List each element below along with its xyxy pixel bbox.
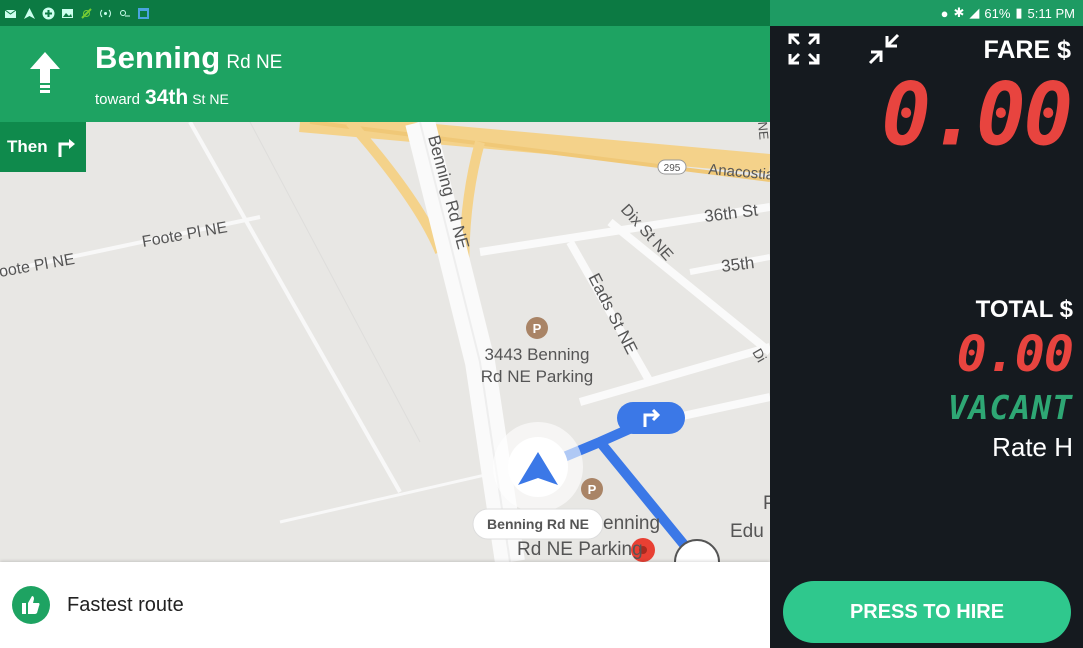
total-label: TOTAL $ — [975, 296, 1073, 323]
status-bar-right: ● ✱ ◢ 61% ▮ 5:11 PM — [770, 0, 1083, 26]
meter-status: VACANT — [947, 388, 1073, 427]
clock: 5:11 PM — [1027, 5, 1075, 21]
location-icon: ● — [940, 5, 949, 21]
then-instruction[interactable]: Then — [0, 122, 86, 172]
battery-percent: 61% — [984, 5, 1011, 21]
hire-button[interactable]: PRESS TO HIRE — [783, 581, 1071, 643]
collapse-icon[interactable] — [867, 32, 901, 66]
route-turn-marker[interactable] — [617, 402, 685, 434]
thumbs-up-icon — [12, 586, 50, 624]
toward-label: toward — [95, 91, 141, 108]
street-label: 35th — [720, 253, 755, 276]
total-display: 0.00 — [956, 325, 1074, 383]
calendar-icon — [138, 7, 149, 19]
fare-label: FARE $ — [983, 36, 1071, 64]
highway-shield: 295 — [664, 163, 681, 174]
expand-icon[interactable] — [787, 32, 821, 66]
toward-line: toward 34th St NE — [95, 86, 229, 110]
image-icon — [62, 8, 73, 18]
toward-street-name: 34th — [145, 86, 189, 109]
next-street: Benning Rd NE — [95, 40, 282, 76]
map-view[interactable]: P P 295 Foote Pl NE oote Pl NE Benning R… — [0, 122, 770, 562]
nav-instruction-header[interactable]: Benning Rd NE toward 34th St NE — [0, 26, 770, 122]
route-summary-text: Fastest route — [67, 593, 184, 616]
plus-icon — [42, 7, 55, 19]
location-off-icon — [81, 7, 92, 19]
navigation-icon — [24, 7, 35, 19]
status-bar-left — [0, 0, 770, 26]
poi-label: enning — [603, 513, 660, 534]
svg-text:P: P — [588, 482, 597, 497]
rate-label: Rate H — [992, 432, 1073, 462]
poi-label: P — [763, 493, 770, 514]
then-label: Then — [7, 137, 48, 156]
weather-icon — [120, 9, 130, 16]
toward-street-suffix: St NE — [192, 91, 229, 107]
poi-label: Rd NE Parking — [481, 367, 593, 386]
poi-label: Rd NE Parking — [517, 539, 643, 560]
navigation-app: Benning Rd NE toward 34th St NE P P 295 … — [0, 0, 770, 648]
street-name: Benning — [95, 40, 221, 75]
battery-icon: ▮ — [1015, 5, 1023, 20]
mail-icon — [4, 9, 17, 18]
turn-right-icon — [58, 139, 75, 157]
street-suffix: Rd NE — [226, 52, 283, 73]
bluetooth-icon: ✱ — [953, 5, 965, 20]
straight-arrow-icon — [30, 52, 60, 93]
hotspot-icon — [100, 9, 111, 17]
current-street-chip: Benning Rd NE — [487, 516, 589, 532]
svg-text:P: P — [533, 321, 542, 336]
poi-label: Edu — [730, 521, 764, 542]
fare-display: 0.00 — [881, 65, 1073, 166]
street-label: NE — [755, 122, 770, 141]
route-summary-bar[interactable]: Fastest route — [0, 562, 770, 648]
poi-label: 3443 Benning — [485, 345, 590, 364]
signal-icon: ◢ — [969, 5, 980, 20]
taxi-meter-app: ● ✱ ◢ 61% ▮ 5:11 PM FARE $ 0.00 TOTAL $ … — [770, 0, 1083, 648]
